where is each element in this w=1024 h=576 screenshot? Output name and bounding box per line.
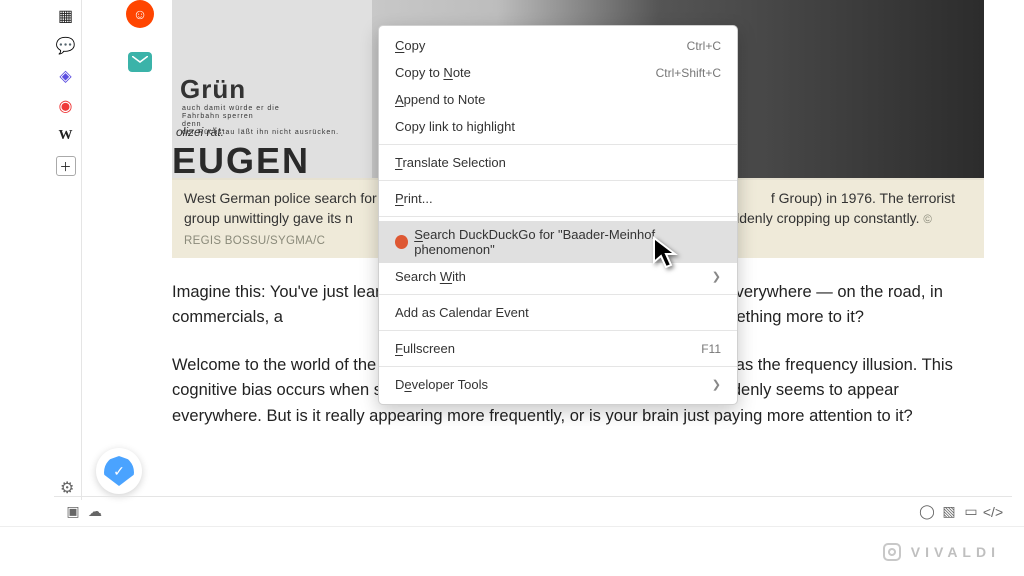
settings-gear-icon[interactable]: ⚙ <box>60 478 74 498</box>
ctx-copy-link-highlight[interactable]: Copy link to highlight <box>379 113 737 140</box>
shield-icon: ✓ <box>104 456 134 486</box>
poster-polizei: olizei rät: <box>176 125 224 139</box>
ctx-separator <box>379 216 737 217</box>
ctx-search-with[interactable]: Search With❯ <box>379 263 737 290</box>
duckduckgo-icon <box>395 235 408 249</box>
ctx-search-duckduckgo[interactable]: Search DuckDuckGo for "Baader-Meinhof ph… <box>379 221 737 263</box>
privacy-shield-badge[interactable]: ✓ <box>96 448 142 494</box>
panels-add-icon[interactable]: ＋ <box>56 156 76 176</box>
poster-fragment: Grünauch damit würde er dieFahrbahn sper… <box>172 0 372 178</box>
ctx-separator <box>379 330 737 331</box>
poster-eugen: EUGEN <box>172 140 310 178</box>
context-menu: CopyCtrl+C Copy to NoteCtrl+Shift+C Appe… <box>378 25 738 405</box>
vivaldi-brand-bar: VIVALDI <box>0 526 1024 576</box>
vivaldi-logo-icon <box>883 543 901 561</box>
status-sync-icon[interactable]: ☁ <box>84 503 106 520</box>
ctx-append-note[interactable]: Append to Note <box>379 86 737 113</box>
caption-text-pre: West German police search for nine <box>184 190 407 206</box>
status-code-icon[interactable]: </> <box>982 504 1004 520</box>
panels-wikipedia-icon[interactable]: W <box>56 126 76 146</box>
chevron-right-icon: ❯ <box>712 270 721 283</box>
ctx-developer-tools[interactable]: Developer Tools❯ <box>379 371 737 398</box>
ctx-separator <box>379 180 737 181</box>
poster-text: Grün <box>180 74 246 104</box>
share-email-icon[interactable] <box>128 52 152 72</box>
ctx-copy[interactable]: CopyCtrl+C <box>379 32 737 59</box>
ctx-copy-to-note[interactable]: Copy to NoteCtrl+Shift+C <box>379 59 737 86</box>
status-tiling-icon[interactable]: ▭ <box>960 503 982 520</box>
ctx-separator <box>379 366 737 367</box>
panel-sidebar: ▦ 💬 ◈ ◉ W ＋ <box>54 0 82 500</box>
panels-vivaldi-icon[interactable]: ◉ <box>56 96 76 116</box>
caption-text-tail: suddenly cropping up constantly. <box>717 210 920 226</box>
share-reddit-icon[interactable]: ☺ <box>126 0 154 28</box>
ctx-separator <box>379 294 737 295</box>
ctx-print[interactable]: Print... <box>379 185 737 212</box>
ctx-fullscreen[interactable]: FullscreenF11 <box>379 335 737 362</box>
ctx-add-calendar[interactable]: Add as Calendar Event <box>379 299 737 326</box>
share-column: ☺ <box>120 0 160 72</box>
status-bar: ▣ ☁ ◯ ▧ ▭ </> <box>54 496 1012 526</box>
vivaldi-wordmark: VIVALDI <box>911 544 1000 560</box>
status-images-icon[interactable]: ▧ <box>938 503 960 520</box>
ctx-translate[interactable]: Translate Selection <box>379 149 737 176</box>
panels-window-icon[interactable]: ▦ <box>56 6 76 26</box>
status-capture-icon[interactable]: ◯ <box>916 503 938 520</box>
ctx-separator <box>379 144 737 145</box>
panels-chat-icon[interactable]: 💬 <box>56 36 76 56</box>
chevron-right-icon: ❯ <box>712 378 721 391</box>
panels-mastodon-icon[interactable]: ◈ <box>56 66 76 86</box>
status-panel-toggle-icon[interactable]: ▣ <box>62 503 84 520</box>
